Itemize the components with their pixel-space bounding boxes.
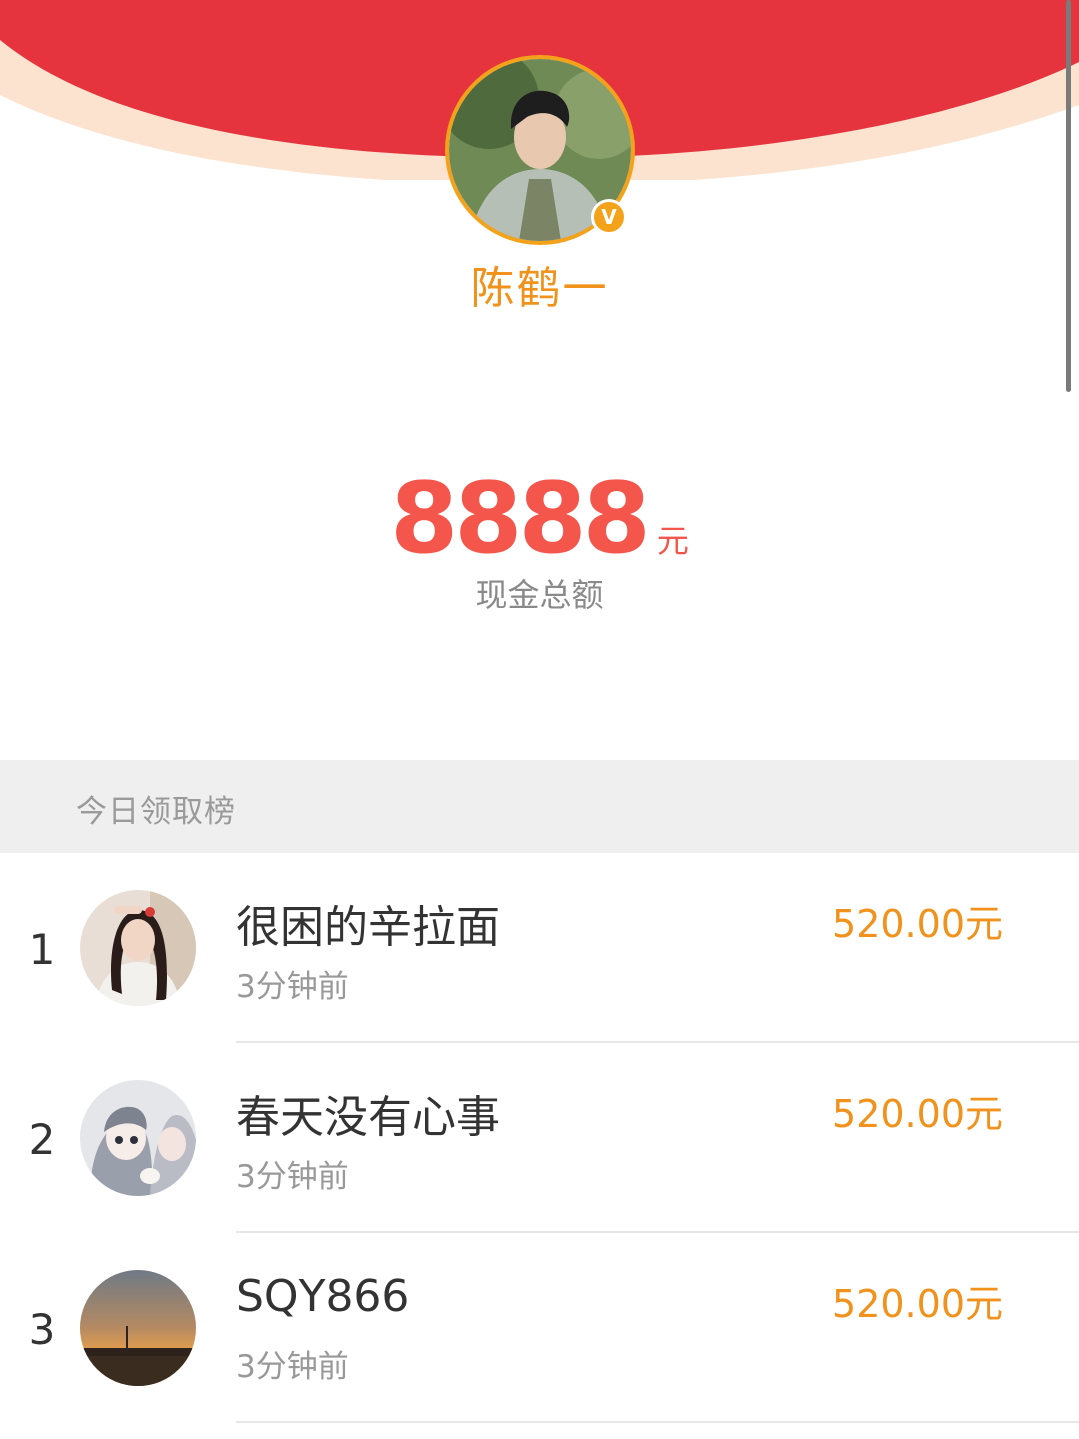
host-name[interactable]: 陈鹤一	[0, 252, 1079, 316]
claim-time: 3分钟前	[236, 1349, 349, 1385]
list-item[interactable]: 2 春天没有心事 3分钟前 520.00元	[0, 1043, 1079, 1233]
rank-number: 1	[28, 925, 56, 974]
avatar[interactable]	[80, 1270, 196, 1386]
leaderboard-title: 今日领取榜	[76, 794, 236, 830]
claim-amount: 520.00元	[832, 1092, 1003, 1136]
user-name: SQY866	[236, 1271, 410, 1322]
list-item[interactable]: 3 SQY866 3分钟前 520.00元	[0, 1233, 1079, 1423]
red-packet-page: V 陈鹤一 8888 元 现金总额 今日领取榜 1 很困的辛拉面 3分钟前 52…	[0, 0, 1079, 1439]
total-amount-value: 8888	[390, 462, 651, 576]
user-name: 春天没有心事	[236, 1092, 500, 1143]
leaderboard-header: 今日领取榜	[0, 760, 1079, 853]
claim-amount: 520.00元	[832, 902, 1003, 946]
rank-number: 3	[28, 1305, 56, 1354]
claim-time: 3分钟前	[236, 969, 349, 1005]
host-avatar-wrap[interactable]: V	[445, 55, 635, 245]
user-name: 很困的辛拉面	[236, 902, 500, 953]
total-amount-caption: 现金总额	[475, 576, 604, 614]
row-divider	[236, 1421, 1079, 1423]
total-amount: 8888 元	[0, 462, 1079, 576]
claim-amount: 520.00元	[832, 1282, 1003, 1326]
user-avatar-icon	[80, 890, 196, 1006]
avatar[interactable]	[80, 1080, 196, 1196]
rank-number: 2	[28, 1115, 56, 1164]
avatar[interactable]	[80, 890, 196, 1006]
claim-time: 3分钟前	[236, 1159, 349, 1195]
list-item[interactable]: 1 很困的辛拉面 3分钟前 520.00元	[0, 853, 1079, 1043]
verified-badge-icon: V	[591, 199, 627, 235]
total-amount-unit: 元	[656, 522, 689, 560]
user-avatar-icon	[80, 1080, 196, 1196]
leaderboard-list: 1 很困的辛拉面 3分钟前 520.00元 2 春天没有心事 3分钟前 520.…	[0, 853, 1079, 1423]
user-avatar-icon	[80, 1270, 196, 1386]
scrollbar[interactable]	[1066, 0, 1071, 392]
